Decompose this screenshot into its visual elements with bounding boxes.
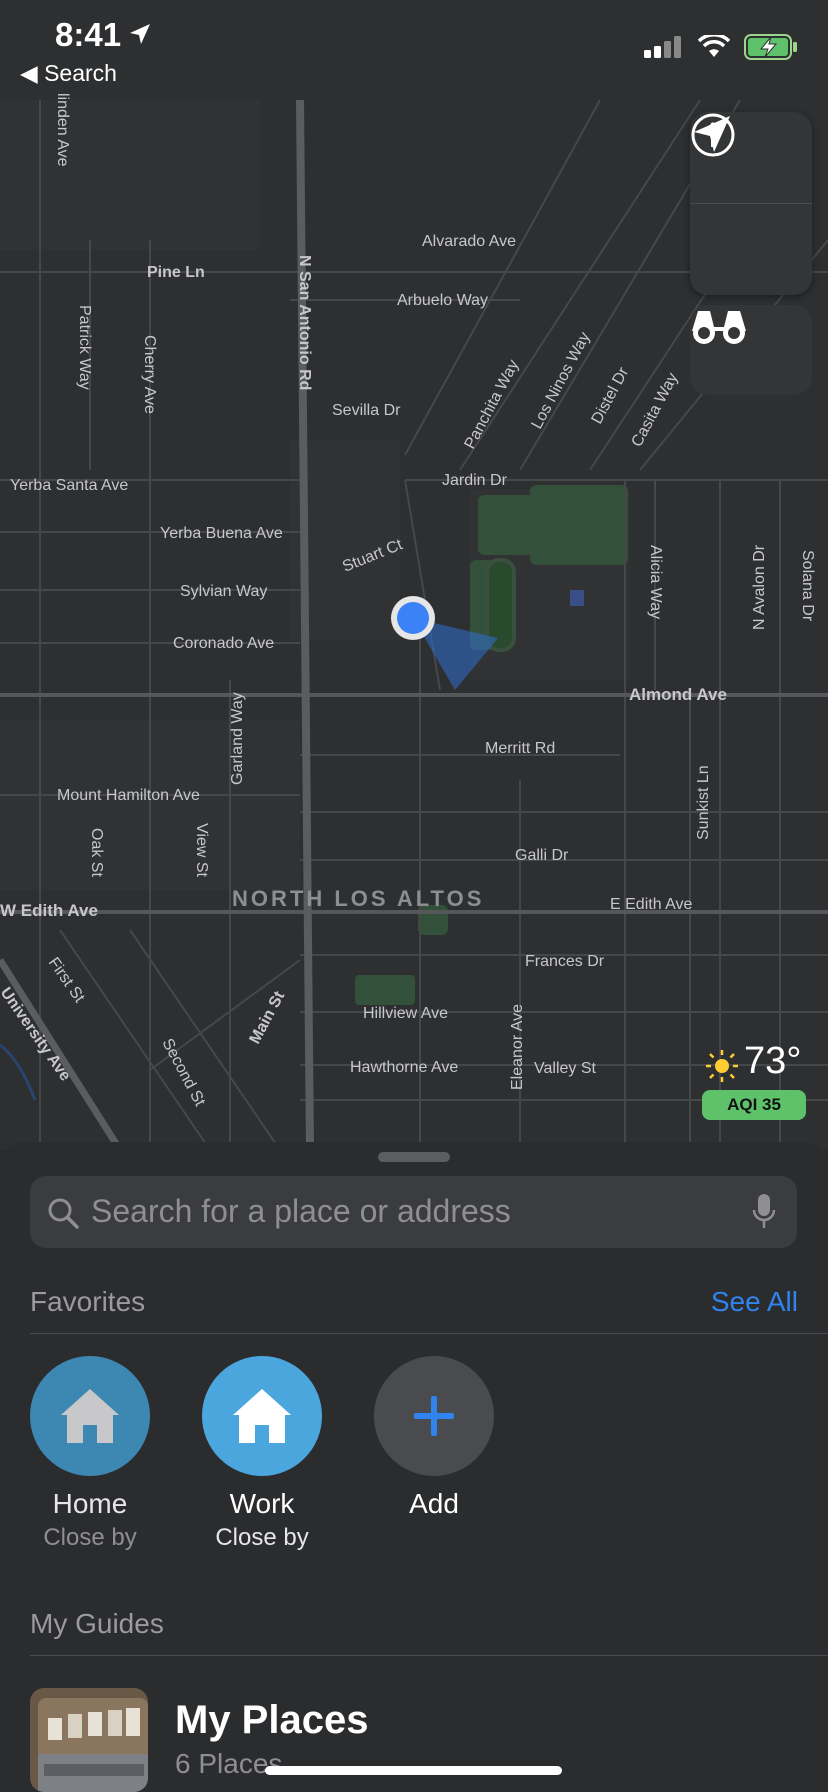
favorite-title: Work <box>229 1488 295 1519</box>
favorite-home[interactable]: Home Close by <box>25 1356 155 1552</box>
map-controls <box>690 112 812 295</box>
guides-heading: My Guides <box>30 1608 164 1639</box>
street-label: View St <box>193 823 210 878</box>
divider <box>30 1333 828 1334</box>
look-around-button[interactable] <box>690 305 812 395</box>
street-label: Hillview Ave <box>363 1005 448 1022</box>
house-icon <box>233 1389 291 1443</box>
street-label: Second St <box>158 1036 208 1110</box>
home-indicator[interactable] <box>265 1766 562 1775</box>
street-label: Garland Way <box>229 692 246 785</box>
house-icon <box>61 1389 119 1443</box>
binoculars-icon <box>692 311 746 344</box>
district-label: NORTH LOS ALTOS <box>232 886 484 911</box>
street-label: Cherry Ave <box>141 335 158 414</box>
street-label: N San Antonio Rd <box>296 255 313 390</box>
location-arrow-icon <box>694 116 730 152</box>
street-label: Sevilla Dr <box>332 402 401 419</box>
favorite-icon-circle <box>202 1356 322 1476</box>
track-location-button[interactable] <box>690 116 812 295</box>
guide-thumbnail[interactable] <box>30 1688 148 1792</box>
favorite-add[interactable]: Add <box>369 1356 499 1520</box>
location-services-icon <box>130 24 150 44</box>
street-label: Merritt Rd <box>485 740 555 757</box>
battery-charging-icon <box>744 34 797 60</box>
favorites-heading: Favorites <box>30 1286 146 1317</box>
street-label: Los Ninos Way <box>529 329 594 431</box>
street-label: Almond Ave <box>629 685 727 704</box>
search-placeholder: Search for a place or address <box>91 1193 511 1229</box>
favorite-icon-circle <box>374 1356 494 1476</box>
street-label: Coronado Ave <box>173 635 274 652</box>
street-label: Galli Dr <box>515 847 569 864</box>
street-label: Frances Dr <box>525 953 605 970</box>
map-view[interactable]: Alvarado Ave Arbuelo Way Pine Ln Patrick… <box>0 0 828 1150</box>
street-label: Patrick Way <box>76 305 93 390</box>
temperature: 73° <box>744 1040 802 1082</box>
status-bar: 8:41 ◀ Search <box>0 0 828 96</box>
street-label: Valley St <box>534 1060 597 1077</box>
see-all-link[interactable]: See All <box>711 1286 798 1318</box>
street-label: Alicia Way <box>647 545 664 619</box>
street-label: Distel Dr <box>589 364 633 427</box>
street-label: W Edith Ave <box>0 901 98 920</box>
street-label: Main St <box>247 988 289 1047</box>
street-label: Yerba Buena Ave <box>160 525 283 542</box>
divider <box>30 1655 828 1656</box>
wifi-icon <box>698 35 730 57</box>
clock: 8:41 <box>55 16 122 53</box>
street-label: Sunkist Ln <box>695 765 712 840</box>
guide-subtitle: 6 Places <box>175 1748 283 1779</box>
favorite-icon-circle <box>30 1356 150 1476</box>
street-label: Mount Hamilton Ave <box>57 787 200 804</box>
street-label: Arbuelo Way <box>397 292 488 309</box>
plus-icon <box>414 1396 454 1436</box>
street-label: Panchita Way <box>462 357 523 452</box>
weather-widget[interactable]: 73° AQI 35 <box>696 1040 814 1120</box>
street-label: Yerba Santa Ave <box>10 477 128 494</box>
search-field[interactable]: Search for a place or address <box>30 1176 797 1248</box>
favorite-title: Home <box>52 1488 128 1519</box>
street-label: Solana Dr <box>799 550 816 622</box>
street-label: Oak St <box>88 828 105 877</box>
street-label: Pine Ln <box>147 264 205 281</box>
street-label: University Ave <box>0 985 74 1085</box>
cellular-signal-icon <box>644 36 681 58</box>
search-icon <box>48 1198 79 1229</box>
guide-thumbnail-image <box>30 1688 148 1792</box>
bottom-sheet[interactable]: Search for a place or address Favorites … <box>0 1142 828 1792</box>
street-label: N Avalon Dr <box>751 544 768 630</box>
street-label: Sylvian Way <box>180 583 267 600</box>
back-label: Search <box>44 60 117 86</box>
street-label: Jardin Dr <box>442 472 508 489</box>
street-label: Eleanor Ave <box>509 1004 526 1090</box>
favorite-work[interactable]: Work Close by <box>197 1356 327 1552</box>
street-label: E Edith Ave <box>610 896 693 913</box>
back-to-search[interactable]: ◀ Search <box>20 60 117 87</box>
guide-title: My Places <box>175 1698 369 1742</box>
street-label: Hawthorne Ave <box>350 1059 458 1076</box>
favorite-subtitle: Close by <box>215 1524 309 1551</box>
street-label: Alvarado Ave <box>422 233 516 250</box>
sun-icon <box>706 1050 738 1082</box>
street-label: linden Ave <box>54 93 71 167</box>
favorite-title: Add <box>409 1488 459 1519</box>
sheet-grabber[interactable] <box>378 1152 450 1162</box>
back-chevron-icon: ◀ <box>20 60 45 86</box>
favorite-subtitle: Close by <box>43 1524 137 1551</box>
aqi-badge: AQI 35 <box>702 1090 806 1120</box>
street-label: Casita Way <box>629 370 682 450</box>
microphone-icon[interactable] <box>751 1192 777 1232</box>
